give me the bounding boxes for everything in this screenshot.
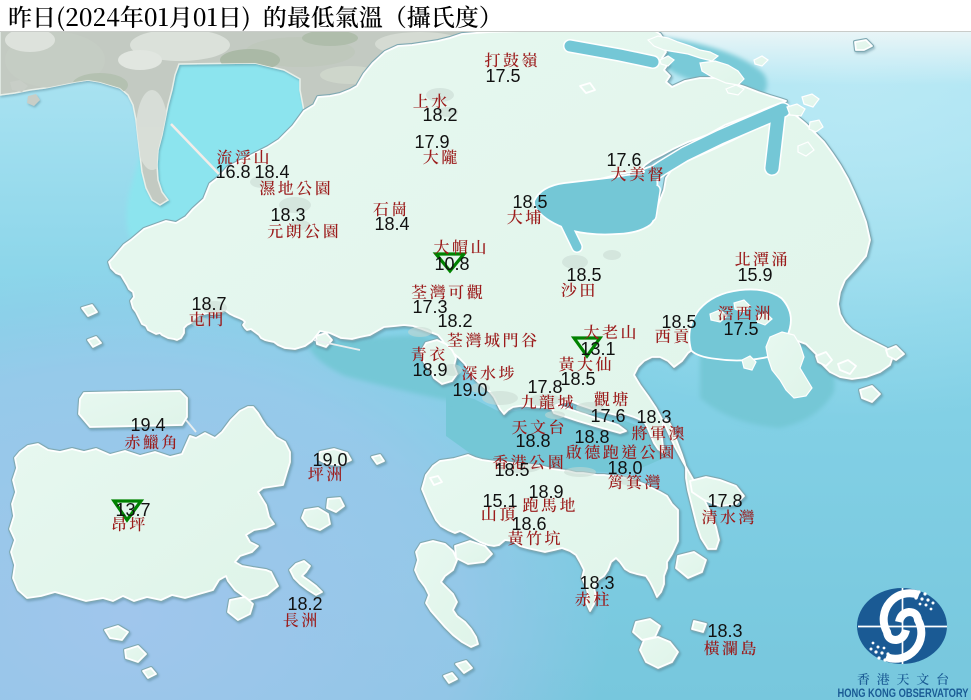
svg-text:18.8: 18.8 (515, 431, 550, 451)
svg-text:18.5: 18.5 (560, 369, 595, 389)
svg-text:10.8: 10.8 (434, 254, 469, 274)
svg-text:18.3: 18.3 (270, 205, 305, 225)
svg-text:13.7: 13.7 (115, 500, 150, 520)
svg-text:18.9: 18.9 (528, 482, 563, 502)
svg-text:18.3: 18.3 (707, 621, 742, 641)
svg-text:19.0: 19.0 (452, 380, 487, 400)
svg-text:17.5: 17.5 (723, 319, 758, 339)
svg-text:19.0: 19.0 (312, 450, 347, 470)
svg-text:18.5: 18.5 (566, 265, 601, 285)
svg-text:18.2: 18.2 (287, 594, 322, 614)
svg-text:17.6: 17.6 (590, 406, 625, 426)
svg-text:15.9: 15.9 (737, 265, 772, 285)
svg-text:18.9: 18.9 (412, 360, 447, 380)
svg-text:18.3: 18.3 (636, 407, 671, 427)
svg-text:19.4: 19.4 (130, 415, 165, 435)
svg-text:18.5: 18.5 (512, 192, 547, 212)
svg-text:18.6: 18.6 (511, 514, 546, 534)
svg-text:17.5: 17.5 (485, 66, 520, 86)
svg-text:17.9: 17.9 (414, 132, 449, 152)
svg-text:18.3: 18.3 (579, 573, 614, 593)
svg-text:18.5: 18.5 (661, 312, 696, 332)
svg-text:HONG KONG OBSERVATORY: HONG KONG OBSERVATORY (838, 686, 969, 700)
svg-text:18.2: 18.2 (437, 311, 472, 331)
svg-text:16.8: 16.8 (215, 162, 250, 182)
svg-text:17.6: 17.6 (606, 150, 641, 170)
svg-text:18.2: 18.2 (422, 105, 457, 125)
svg-text:18.5: 18.5 (494, 460, 529, 480)
svg-text:18.7: 18.7 (191, 294, 226, 314)
svg-text:18.8: 18.8 (574, 427, 609, 447)
svg-text:18.4: 18.4 (374, 214, 409, 234)
svg-text:18.4: 18.4 (254, 162, 289, 182)
svg-text:15.1: 15.1 (482, 491, 517, 511)
svg-text:13.1: 13.1 (580, 339, 615, 359)
svg-text:17.8: 17.8 (707, 491, 742, 511)
svg-text:17.8: 17.8 (527, 377, 562, 397)
svg-text:18.0: 18.0 (607, 458, 642, 478)
